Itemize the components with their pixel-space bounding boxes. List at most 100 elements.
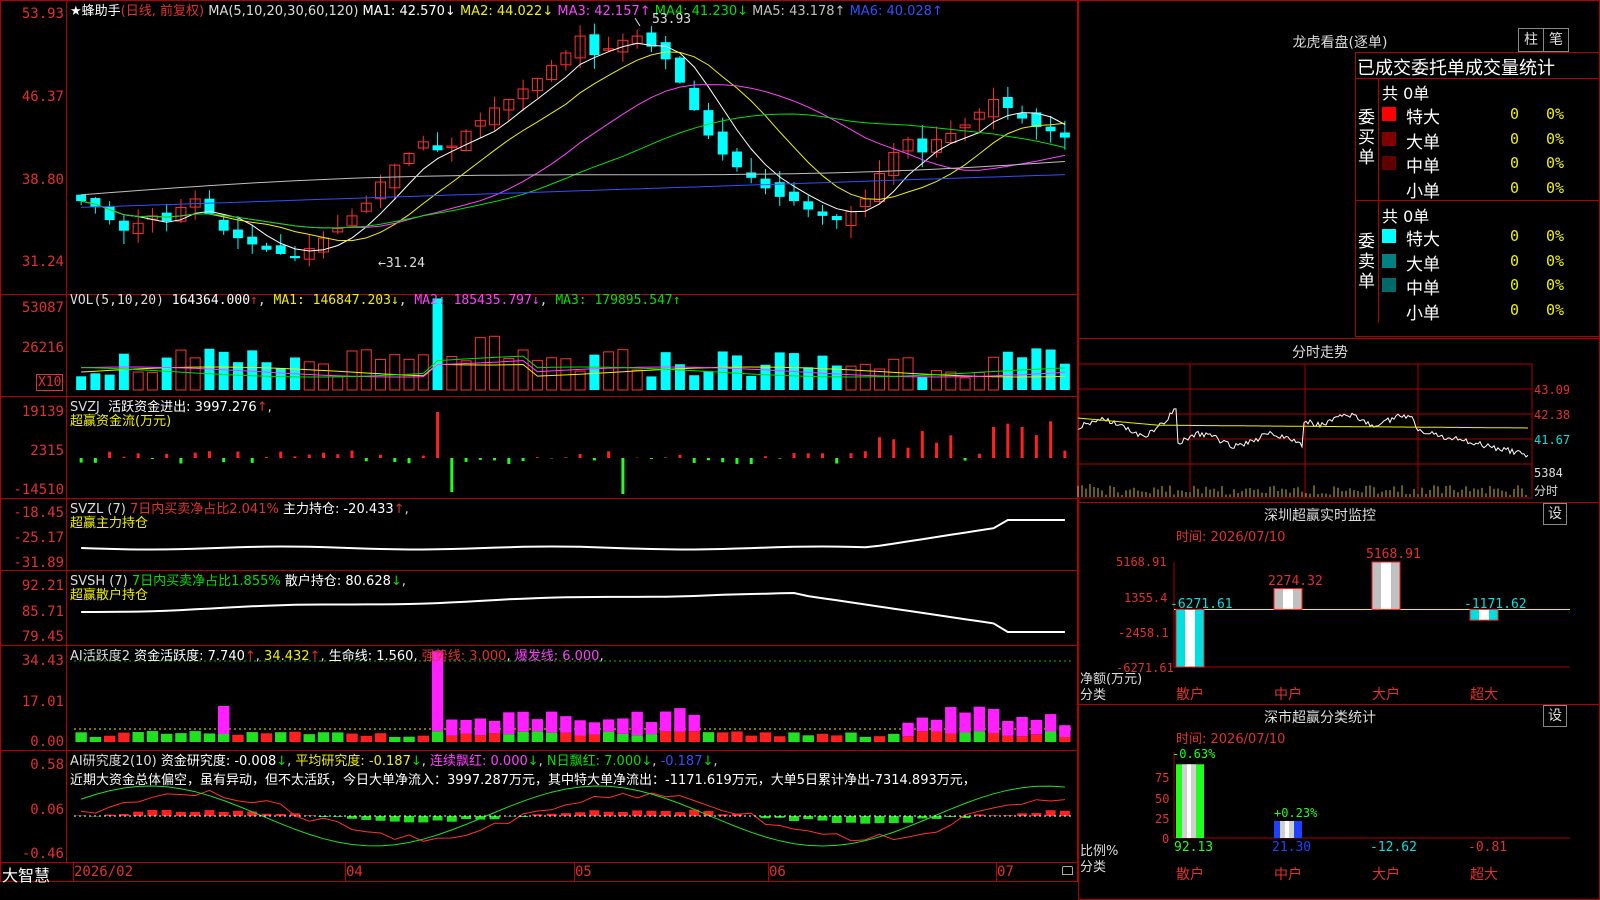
ma-line-3 — [80, 84, 1065, 229]
down-arrow-icon: ↓ — [390, 574, 402, 589]
volume-bar — [503, 357, 515, 391]
svzj-ylabel-2: 2315 — [30, 443, 64, 459]
table-divider — [1355, 200, 1600, 201]
xaxis-label-4: 06 — [769, 864, 786, 880]
activity-bar — [645, 734, 658, 742]
legend-swatch — [1382, 302, 1396, 317]
activity-bar-high — [488, 720, 501, 734]
candle-body — [247, 236, 258, 245]
activity-bar-high — [1059, 725, 1071, 737]
volume-bar — [146, 371, 158, 391]
ai2-ylabel-1: 0.58 — [30, 757, 64, 773]
order-table-tabs[interactable]: 已成交委托单成交量统计 — [1357, 54, 1555, 80]
activity-bar — [574, 735, 586, 742]
lock-icon[interactable] — [1062, 866, 1073, 875]
sz-settings-button[interactable]: 设 — [1543, 503, 1567, 525]
research-bar — [161, 809, 172, 816]
activity-bar-high — [987, 708, 1000, 733]
star-icon[interactable]: ★ — [70, 4, 82, 19]
volume-bar — [945, 371, 957, 391]
order-percent: 0% — [1546, 300, 1565, 319]
flow-bar — [863, 451, 867, 458]
order-size-label: 中单 — [1406, 157, 1440, 177]
down-arrow-icon: ↓ — [527, 754, 539, 769]
down-arrow-icon: ↓ — [641, 754, 653, 769]
activity-bar-high — [617, 718, 629, 734]
column-view-button[interactable]: 柱 — [1518, 28, 1544, 52]
sc-value-label: -12.62 — [1370, 840, 1417, 855]
activity-bar — [488, 733, 501, 742]
activity-bar — [674, 731, 686, 742]
flow-bar — [122, 456, 126, 458]
research-bar — [446, 816, 457, 822]
research-bar — [432, 816, 443, 821]
flow-bar — [564, 457, 568, 458]
flow-bar — [621, 458, 625, 494]
activity-bar — [659, 731, 672, 742]
flow-bar — [1020, 426, 1024, 458]
main-force-line — [81, 519, 1065, 551]
candle-body — [803, 201, 814, 210]
x-tick — [574, 862, 575, 882]
sc-settings-button[interactable]: 设 — [1543, 705, 1567, 727]
vol-value: 164364.000 — [171, 293, 251, 308]
activity-bar-high — [959, 712, 971, 733]
x-tick — [768, 862, 769, 882]
flow-bar — [835, 458, 839, 464]
legend-swatch — [1382, 253, 1396, 268]
activity-bar — [888, 733, 900, 742]
activity-bar — [89, 736, 102, 742]
flow-bar — [1034, 435, 1038, 458]
research-bar — [232, 810, 243, 816]
sz-value-label: -6271.61 — [1170, 597, 1233, 613]
sz-value-label: -1171.62 — [1464, 597, 1527, 613]
up-arrow-icon: ↑ — [256, 400, 268, 415]
flow-bar — [977, 453, 981, 458]
flow-bar — [721, 458, 725, 463]
flow-bar — [949, 435, 953, 458]
activity-bar-high — [973, 706, 986, 732]
sz-y-1: 5168.91 — [1116, 555, 1167, 569]
flow-bar — [507, 458, 511, 464]
candle-body — [1002, 97, 1013, 108]
svsh-ylabel-2: 85.71 — [21, 604, 64, 620]
activity-bar — [902, 736, 914, 742]
panel-divider — [1078, 338, 1600, 339]
panel-divider — [1078, 704, 1600, 705]
order-percent: 0% — [1546, 154, 1565, 172]
brand-label: 大智慧 — [2, 866, 51, 885]
research-bar — [632, 810, 643, 816]
order-size-label: 特大 — [1406, 230, 1440, 250]
main-ylabel-2: 46.37 — [21, 89, 64, 105]
flow-bar — [407, 458, 411, 464]
research-bar — [218, 811, 229, 816]
research-bar — [788, 816, 799, 822]
sell-total: 共 0单 — [1382, 207, 1430, 226]
activity-bar — [759, 732, 772, 742]
volume-bar — [76, 376, 87, 390]
flow-bar — [749, 458, 753, 465]
activity-bar — [560, 732, 572, 742]
activity-bar — [246, 732, 258, 742]
order-count: 0 — [1510, 276, 1520, 294]
sc-annotation: -0.63% — [1172, 747, 1216, 761]
sc-annotation: +0.23% — [1274, 806, 1318, 820]
volume-bar — [118, 353, 129, 390]
ma-value-1: MA1: 42.570↓ — [362, 4, 460, 19]
research-bar — [404, 816, 415, 823]
volume-bar — [132, 371, 144, 391]
vol-header: VOL(5,10,20) 164364.000↑, MA1: 146847.20… — [70, 293, 681, 308]
order-percent: 0% — [1546, 251, 1565, 270]
tick-view-button[interactable]: 笔 — [1543, 28, 1569, 52]
candle-body — [788, 191, 799, 202]
activity-bar — [859, 736, 871, 742]
sz-category-label: 中户 — [1274, 687, 1302, 703]
activity-bar — [175, 733, 187, 742]
volume-bar — [303, 361, 315, 391]
ai2-title: AI研究度2(10) — [70, 754, 157, 769]
order-size-label: 中单 — [1406, 279, 1440, 299]
activity-bar — [417, 735, 430, 742]
volume-bar — [746, 375, 757, 390]
down-arrow-icon: ↓ — [410, 754, 422, 769]
activity-bar-high — [902, 722, 914, 737]
